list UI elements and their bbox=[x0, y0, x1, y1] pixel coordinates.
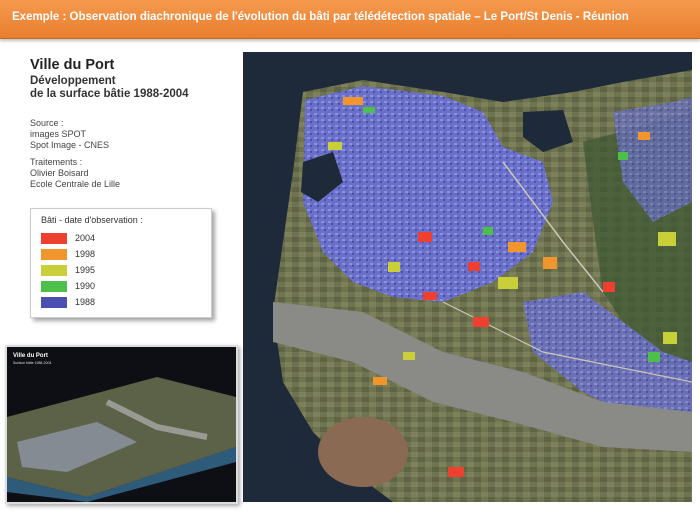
built-1998 bbox=[343, 97, 363, 105]
legend-swatch bbox=[41, 297, 67, 308]
processing-block: Traitements : Olivier Boisard Ecole Cent… bbox=[30, 157, 120, 190]
legend-swatch bbox=[41, 249, 67, 260]
built-1990 bbox=[648, 352, 660, 362]
legend-label: 1990 bbox=[75, 281, 96, 291]
built-1998 bbox=[508, 242, 526, 252]
source-line-2: Spot Image - CNES bbox=[30, 140, 110, 150]
built-2004 bbox=[468, 262, 480, 271]
inset-3d-view[interactable]: Ville du Port Surface bâtie 1988-2004 bbox=[5, 345, 238, 504]
processing-line-1: Olivier Boisard bbox=[30, 168, 89, 178]
built-2004 bbox=[423, 292, 437, 300]
built-1995 bbox=[658, 232, 676, 246]
quarry-area bbox=[318, 417, 408, 487]
map-subtitle-line2: de la surface bâtie 1988-2004 bbox=[30, 88, 189, 100]
built-1998 bbox=[543, 257, 557, 269]
built-2004 bbox=[473, 317, 489, 327]
built-1995 bbox=[663, 332, 677, 344]
map-subtitle-line1: Développement bbox=[30, 75, 116, 87]
built-1995 bbox=[388, 262, 400, 272]
banner-title: Exemple : Observation diachronique de l'… bbox=[12, 11, 629, 23]
inset-title: Ville du Port bbox=[13, 353, 48, 359]
built-2004 bbox=[603, 282, 615, 292]
source-line-1: images SPOT bbox=[30, 129, 87, 139]
legend-swatch bbox=[41, 265, 67, 276]
built-1995 bbox=[498, 277, 518, 289]
built-1990 bbox=[618, 152, 628, 160]
built-1990 bbox=[363, 107, 375, 113]
header-banner: Exemple : Observation diachronique de l'… bbox=[0, 0, 700, 39]
legend-title: Bâti - date d'observation : bbox=[41, 215, 143, 225]
built-1995 bbox=[328, 142, 342, 150]
inset-subtitle: Surface bâtie 1988-2004 bbox=[13, 361, 51, 365]
page-title: Ville du Port bbox=[30, 57, 115, 73]
map-subtitle: Développement de la surface bâtie 1988-2… bbox=[30, 75, 230, 101]
legend-swatch bbox=[41, 281, 67, 292]
legend-label: 1998 bbox=[75, 249, 96, 259]
legend-label: 1988 bbox=[75, 297, 96, 307]
built-1995 bbox=[403, 352, 415, 360]
legend-label: 1995 bbox=[75, 265, 96, 275]
legend-swatch bbox=[41, 233, 67, 244]
legend-label: 2004 bbox=[75, 233, 96, 243]
built-1998 bbox=[373, 377, 387, 385]
source-block: Source : images SPOT Spot Image - CNES bbox=[30, 118, 109, 151]
processing-line-2: Ecole Centrale de Lille bbox=[30, 179, 121, 189]
map-legend: Bâti - date d'observation : 2004 1998 19… bbox=[30, 208, 212, 318]
satellite-map[interactable] bbox=[243, 52, 692, 502]
built-1990 bbox=[483, 227, 493, 235]
processing-heading: Traitements : bbox=[30, 157, 83, 167]
inset-image: Ville du Port Surface bâtie 1988-2004 bbox=[7, 347, 236, 502]
built-2004 bbox=[448, 467, 464, 477]
built-1998 bbox=[638, 132, 650, 140]
built-2004 bbox=[418, 232, 432, 242]
source-heading: Source : bbox=[30, 118, 64, 128]
